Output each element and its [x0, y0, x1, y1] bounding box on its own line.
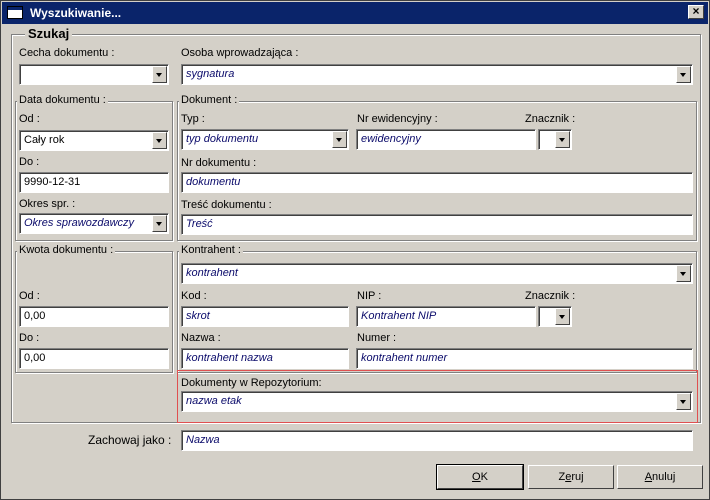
nazwa-value: kontrahent nazwa: [186, 352, 273, 364]
data-do-input[interactable]: 9990-12-31: [19, 172, 169, 193]
nr-ewidencyjny-input[interactable]: ewidencyjny: [356, 129, 536, 150]
search-dialog: Wyszukiwanie... × Szukaj Cecha dokumentu…: [0, 0, 710, 500]
typ-dropdown-arrow-icon[interactable]: [332, 131, 347, 148]
repozytorium-label: Dokumenty w Repozytorium:: [181, 377, 322, 389]
kod-input[interactable]: skrot: [181, 306, 349, 327]
repozytorium-dropdown-arrow-icon[interactable]: [676, 393, 691, 410]
zeruj-button[interactable]: Zeruj: [528, 465, 614, 489]
data-od-dropdown[interactable]: Cały rok: [19, 130, 169, 151]
znacznik-dok-label: Znacznik :: [525, 113, 576, 125]
window-icon: [7, 6, 23, 19]
tresc-input[interactable]: Treść: [181, 214, 693, 235]
numer-label: Numer :: [357, 332, 397, 344]
window-title: Wyszukiwanie...: [30, 6, 122, 20]
osoba-dropdown[interactable]: sygnatura: [181, 64, 693, 85]
typ-dropdown[interactable]: typ dokumentu: [181, 129, 349, 150]
kontrahent-dropdown-arrow-icon[interactable]: [676, 265, 691, 282]
repozytorium-dropdown[interactable]: nazwa etak: [181, 391, 693, 412]
kwota-do-label: Do :: [19, 332, 40, 344]
numer-value: kontrahent numer: [361, 352, 448, 364]
tresc-value: Treść: [186, 218, 213, 230]
znacznik-dok-dropdown[interactable]: [538, 129, 572, 150]
kod-value: skrot: [186, 310, 210, 322]
data-od-value: Cały rok: [24, 134, 65, 146]
numer-input[interactable]: kontrahent numer: [356, 348, 693, 369]
kwota-title: Kwota dokumentu :: [17, 244, 116, 256]
kod-label: Kod :: [181, 290, 207, 302]
nr-ewidencyjny-value: ewidencyjny: [361, 133, 421, 145]
zachowaj-label: Zachowaj jako :: [88, 433, 172, 447]
nr-dokumentu-value: dokumentu: [186, 176, 241, 188]
ok-button[interactable]: OK: [436, 464, 524, 490]
kwota-od-input[interactable]: 0,00: [19, 306, 169, 327]
cecha-dropdown-arrow-icon[interactable]: [152, 66, 167, 83]
zachowaj-input[interactable]: Nazwa: [181, 430, 693, 451]
nip-label: NIP :: [357, 290, 382, 302]
tresc-label: Treść dokumentu :: [181, 199, 272, 211]
kontrahent-dropdown[interactable]: kontrahent: [181, 263, 693, 284]
dokument-title: Dokument :: [179, 94, 240, 106]
repozytorium-value: nazwa etak: [186, 395, 242, 407]
nip-value: Kontrahent NIP: [361, 310, 437, 322]
kwota-od-value: 0,00: [24, 310, 46, 322]
nr-ewidencyjny-label: Nr ewidencyjny :: [357, 113, 438, 125]
cecha-dropdown[interactable]: [19, 64, 169, 85]
osoba-value: sygnatura: [186, 68, 235, 80]
okres-label: Okres spr. :: [19, 198, 76, 210]
typ-value: typ dokumentu: [186, 133, 259, 145]
okres-dropdown[interactable]: Okres sprawozdawczy: [19, 213, 169, 234]
nr-dokumentu-label: Nr dokumentu :: [181, 157, 257, 169]
nazwa-input[interactable]: kontrahent nazwa: [181, 348, 349, 369]
znacznik-dok-dropdown-arrow-icon[interactable]: [555, 131, 570, 148]
osoba-dropdown-arrow-icon[interactable]: [676, 66, 691, 83]
nip-input[interactable]: Kontrahent NIP: [356, 306, 536, 327]
data-do-value: 9990-12-31: [24, 176, 81, 188]
data-od-label: Od :: [19, 113, 40, 125]
kwota-do-input[interactable]: 0,00: [19, 348, 169, 369]
osoba-label: Osoba wprowadzająca :: [181, 47, 299, 59]
znacznik-kontr-label: Znacznik :: [525, 290, 576, 302]
search-group-title: Szukaj: [25, 26, 73, 41]
typ-label: Typ :: [181, 113, 205, 125]
znacznik-kontr-dropdown-arrow-icon[interactable]: [555, 308, 570, 325]
title-bar[interactable]: Wyszukiwanie... ×: [2, 2, 708, 24]
close-button[interactable]: ×: [688, 5, 704, 19]
data-dokumentu-title: Data dokumentu :: [17, 94, 108, 106]
anuluj-button[interactable]: Anuluj: [617, 465, 703, 489]
okres-dropdown-arrow-icon[interactable]: [152, 215, 167, 232]
zachowaj-value: Nazwa: [186, 434, 220, 446]
data-od-dropdown-arrow-icon[interactable]: [152, 132, 167, 149]
nazwa-label: Nazwa :: [181, 332, 221, 344]
data-do-label: Do :: [19, 156, 40, 168]
cecha-label: Cecha dokumentu :: [19, 47, 115, 59]
okres-value: Okres sprawozdawczy: [24, 217, 135, 229]
kontrahent-value: kontrahent: [186, 267, 238, 279]
nr-dokumentu-input[interactable]: dokumentu: [181, 172, 693, 193]
kwota-od-label: Od :: [19, 290, 40, 302]
kontrahent-title: Kontrahent :: [179, 244, 243, 256]
znacznik-kontr-dropdown[interactable]: [538, 306, 572, 327]
kwota-do-value: 0,00: [24, 352, 46, 364]
